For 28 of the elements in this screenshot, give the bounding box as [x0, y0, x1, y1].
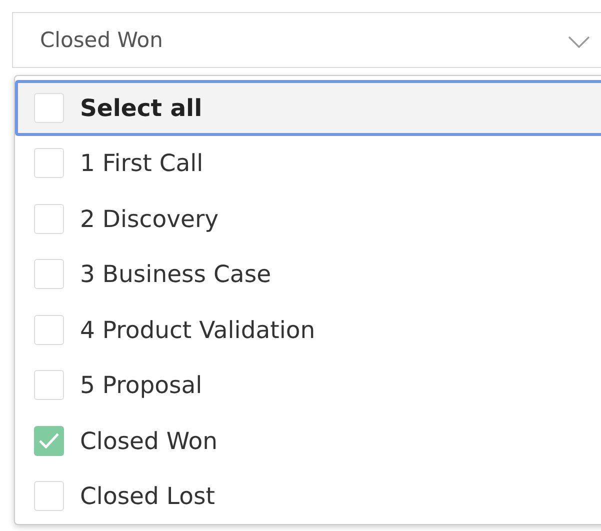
option-label: 4 Product Validation: [80, 316, 316, 344]
select-value: Closed Won: [40, 28, 163, 52]
option-row[interactable]: Select all: [15, 80, 601, 136]
option-row[interactable]: 1 First Call: [15, 136, 601, 191]
option-row[interactable]: 4 Product Validation: [15, 302, 601, 358]
option-row[interactable]: 5 Proposal: [15, 358, 601, 413]
option-row[interactable]: 2 Discovery: [15, 191, 601, 246]
option-row[interactable]: Closed Lost: [15, 468, 601, 524]
stage-select[interactable]: Closed Won: [12, 12, 601, 68]
checkbox[interactable]: [34, 370, 64, 400]
option-label: 3 Business Case: [80, 260, 272, 288]
checkbox[interactable]: [34, 426, 64, 456]
checkbox[interactable]: [34, 204, 64, 234]
option-label: 1 First Call: [80, 149, 204, 178]
checkbox[interactable]: [34, 314, 64, 345]
check-icon: [38, 432, 60, 450]
option-label: Select all: [80, 94, 202, 122]
option-label: 2 Discovery: [80, 204, 219, 233]
checkbox[interactable]: [34, 148, 64, 178]
option-label: Closed Lost: [80, 482, 215, 510]
checkbox[interactable]: [34, 259, 64, 290]
option-row[interactable]: 3 Business Case: [15, 246, 601, 302]
checkbox[interactable]: [34, 92, 64, 123]
checkbox[interactable]: [34, 481, 64, 512]
option-label: Closed Won: [80, 426, 218, 455]
option-label: 5 Proposal: [80, 371, 202, 400]
chevron-icon: [568, 36, 590, 48]
option-row[interactable]: Closed Won: [15, 413, 601, 468]
